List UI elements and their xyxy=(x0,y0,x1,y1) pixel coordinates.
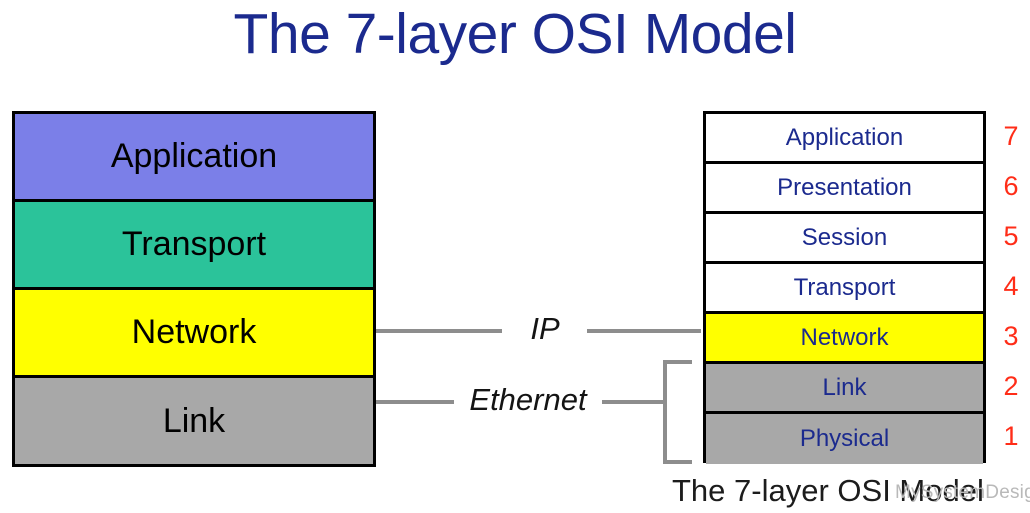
watermark: MySystemDesigningKit xyxy=(895,482,1030,503)
osi-layer-number-4: 4 xyxy=(1003,270,1019,301)
osi-layer-number-1: 1 xyxy=(1003,420,1019,451)
ethernet-bracket-top-arm xyxy=(663,360,692,364)
osi-layer-application-label: Application xyxy=(785,123,904,151)
osi-layer-number-7: 7 xyxy=(1003,120,1019,151)
ip-connector-line-left xyxy=(376,329,502,333)
left-layer-link-label: Link xyxy=(162,401,226,440)
left-layer-transport-label: Transport xyxy=(121,225,267,263)
osi-layer-presentation-label: Presentation xyxy=(777,173,912,201)
osi-layer-network: Network xyxy=(706,314,983,364)
osi-layer-number-6: 6 xyxy=(1003,170,1019,201)
ip-connector-line-right xyxy=(587,329,701,333)
tcp-ip-four-layer-stack: Application Transport Network Link xyxy=(12,111,376,467)
osi-layer-link: Link xyxy=(706,364,983,414)
left-layer-application: Application xyxy=(15,114,373,202)
osi-layer-number-3: 3 xyxy=(1003,320,1019,351)
osi-layer-number-column: 7 6 5 4 3 2 1 xyxy=(993,111,1029,463)
osi-layer-link-label: Link xyxy=(822,373,867,401)
osi-layer-presentation: Presentation xyxy=(706,164,983,214)
left-layer-transport: Transport xyxy=(15,202,373,290)
osi-layer-physical: Physical xyxy=(706,414,983,464)
osi-layer-number-5: 5 xyxy=(1003,220,1019,251)
ethernet-connector-line-right xyxy=(602,400,666,404)
osi-layer-application: Application xyxy=(706,114,983,164)
page-title: The 7-layer OSI Model xyxy=(233,2,797,66)
ethernet-protocol-label: Ethernet xyxy=(469,382,587,417)
ethernet-bracket-stem xyxy=(663,360,667,464)
left-layer-network: Network xyxy=(15,290,373,378)
osi-layer-network-label: Network xyxy=(800,323,889,351)
left-layer-network-label: Network xyxy=(131,313,257,351)
osi-layer-transport-label: Transport xyxy=(793,273,896,301)
left-layer-link: Link xyxy=(15,378,373,464)
ethernet-bracket-bottom-arm xyxy=(663,460,692,464)
osi-model-diagram: The 7-layer OSI Model Application Transp… xyxy=(0,0,1030,513)
osi-seven-layer-stack: Application Presentation Session Transpo… xyxy=(703,111,986,464)
osi-layer-number-2: 2 xyxy=(1003,370,1019,401)
ip-protocol-label: IP xyxy=(530,311,560,346)
osi-layer-session: Session xyxy=(706,214,983,264)
osi-layer-physical-label: Physical xyxy=(799,425,890,452)
ethernet-connector-line-left xyxy=(376,400,454,404)
osi-layer-transport: Transport xyxy=(706,264,983,314)
left-layer-application-label: Application xyxy=(110,137,278,175)
osi-layer-session-label: Session xyxy=(801,223,888,251)
